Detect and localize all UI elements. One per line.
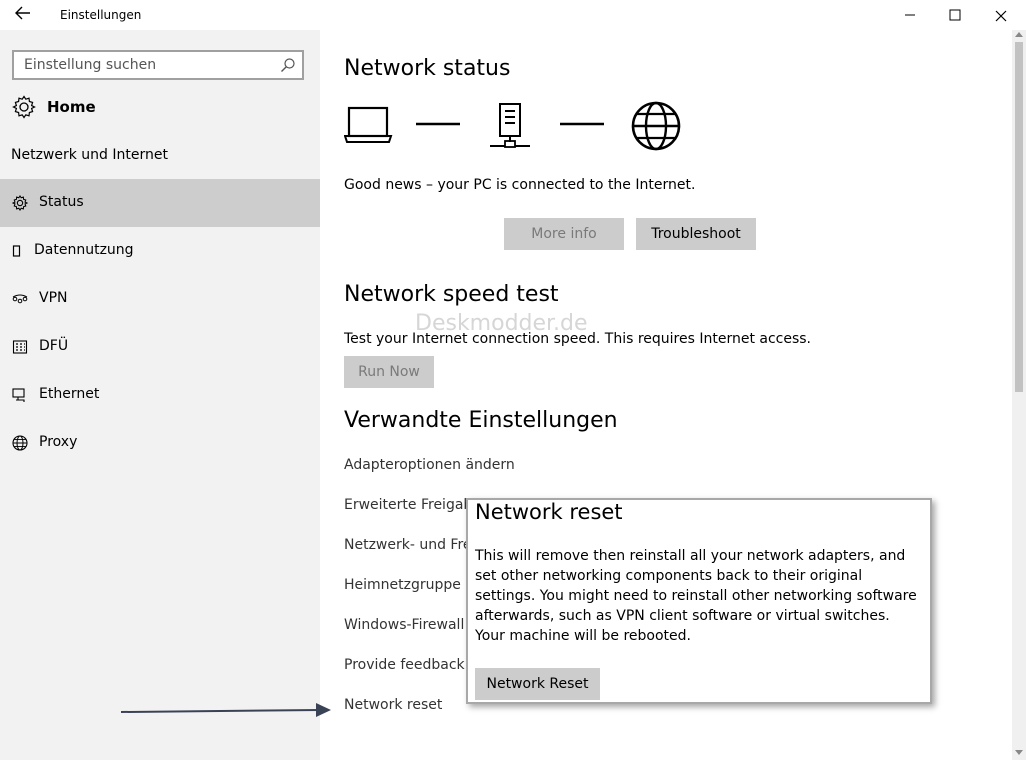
related-settings-heading: Verwandte Einstellungen: [344, 408, 618, 433]
scroll-up-icon[interactable]: [1015, 32, 1023, 37]
speed-test-text: Test your Internet connection speed. Thi…: [344, 331, 812, 347]
maximize-button[interactable]: [932, 0, 978, 30]
sidebar-item-vpn[interactable]: VPN: [0, 275, 320, 323]
sidebar-item-datennutzung[interactable]: Datennutzung: [0, 227, 320, 275]
more-info-button[interactable]: More info: [504, 218, 624, 250]
close-button[interactable]: [978, 0, 1024, 30]
scrollbar[interactable]: [1012, 30, 1026, 760]
search-box[interactable]: [12, 50, 304, 80]
scroll-thumb[interactable]: [1015, 42, 1023, 392]
title-bar: Einstellungen: [0, 0, 1026, 30]
connection-line-icon: [560, 122, 604, 126]
connection-status-text: Good news – your PC is connected to the …: [344, 177, 696, 193]
search-input[interactable]: [14, 52, 284, 78]
scroll-down-icon[interactable]: [1015, 750, 1023, 755]
sidebar-item-label: Status: [39, 194, 84, 210]
sidebar-item-dfu[interactable]: DFÜ: [0, 323, 320, 371]
network-status-heading: Network status: [344, 56, 511, 81]
section-title: Netzwerk und Internet: [11, 147, 168, 163]
network-reset-popup: Network reset This will remove then rein…: [466, 498, 932, 704]
gear-icon: [12, 95, 36, 119]
sidebar-item-proxy[interactable]: Proxy: [0, 419, 320, 467]
sidebar-item-label: Ethernet: [39, 386, 100, 402]
ethernet-icon: [12, 387, 28, 403]
network-reset-button[interactable]: Network Reset: [475, 668, 600, 700]
connection-line-icon: [416, 122, 460, 126]
sidebar-item-label: Datennutzung: [34, 242, 134, 258]
link-windows-firewall[interactable]: Windows-Firewall: [344, 617, 464, 633]
globe-icon: [12, 435, 28, 451]
run-now-button[interactable]: Run Now: [344, 356, 434, 388]
link-network-sharing-center[interactable]: Netzwerk- und Fre: [344, 537, 472, 553]
router-icon: [490, 103, 530, 148]
popup-body: This will remove then reinstall all your…: [475, 548, 917, 644]
search-icon[interactable]: [280, 57, 296, 73]
sidebar-item-label: DFÜ: [39, 338, 69, 354]
back-arrow-icon[interactable]: [10, 4, 36, 26]
vpn-icon: [12, 291, 28, 307]
link-network-reset[interactable]: Network reset: [344, 697, 442, 713]
link-homegroup[interactable]: Heimnetzgruppe: [344, 577, 461, 593]
window-title: Einstellungen: [60, 8, 142, 22]
home-label: Home: [47, 98, 96, 116]
sidebar-item-label: Proxy: [39, 434, 78, 450]
annotation-arrow-icon: [120, 703, 331, 717]
data-usage-icon: [12, 243, 28, 259]
sidebar-item-label: VPN: [39, 290, 68, 306]
laptop-icon: [344, 106, 393, 143]
link-advanced-sharing[interactable]: Erweiterte Freigabe: [344, 497, 481, 513]
sidebar-item-status[interactable]: Status: [0, 179, 320, 227]
link-provide-feedback[interactable]: Provide feedback a: [344, 657, 478, 673]
link-adapter-options[interactable]: Adapteroptionen ändern: [344, 457, 515, 473]
dialup-icon: [12, 339, 28, 355]
sidebar: Home Netzwerk und Internet Status Datenn…: [0, 30, 320, 760]
minimize-button[interactable]: [887, 0, 933, 30]
troubleshoot-button[interactable]: Troubleshoot: [636, 218, 756, 250]
globe-icon: [631, 101, 681, 151]
popup-title: Network reset: [475, 500, 623, 524]
gear-icon: [11, 195, 29, 211]
home-nav-item[interactable]: Home: [12, 94, 312, 120]
speed-test-heading: Network speed test: [344, 282, 559, 307]
sidebar-item-ethernet[interactable]: Ethernet: [0, 371, 320, 419]
